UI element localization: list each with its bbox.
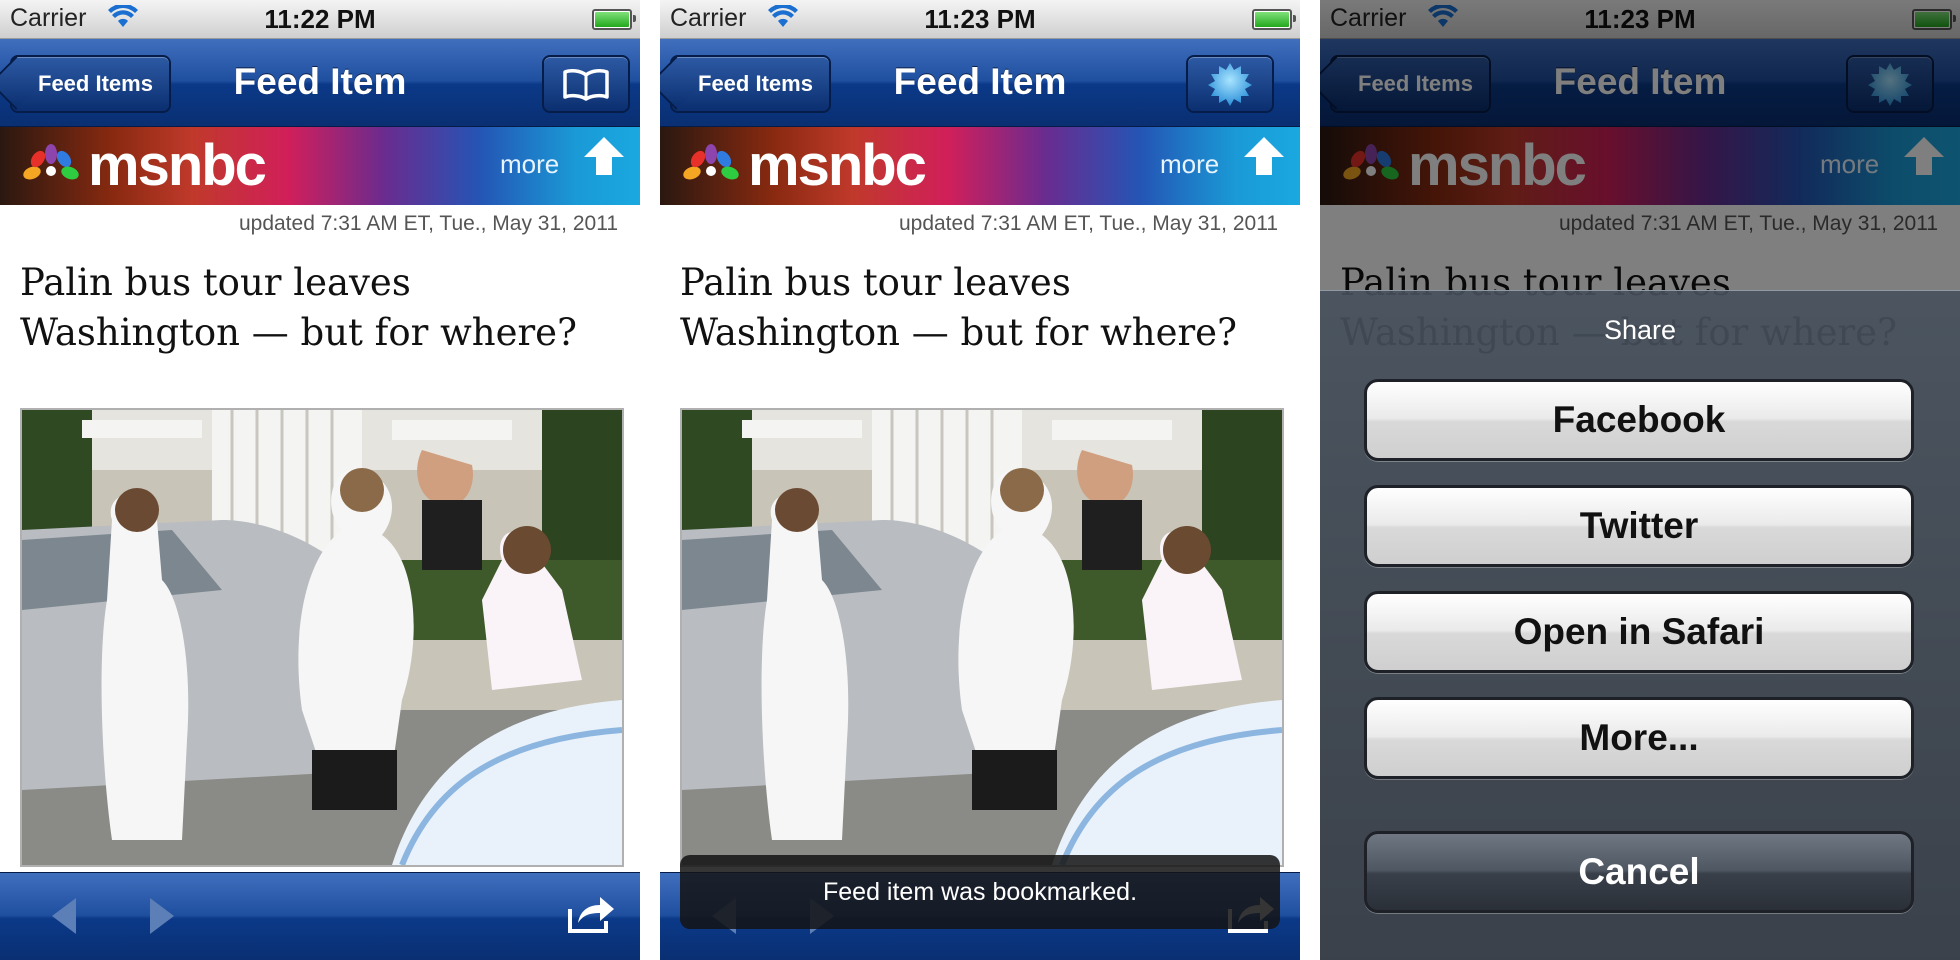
msnbc-banner[interactable]: msnbc more [0,127,640,205]
status-bar: Carrier 11:23 PM [660,0,1300,39]
peacock-logo-icon [683,144,739,180]
article-headline: Palin bus tour leaves Washington — but f… [680,261,1237,354]
back-button-label: Feed Items [698,71,813,96]
bottom-toolbar [0,872,640,960]
battery-icon [1252,9,1296,30]
bookmark-button[interactable] [542,55,630,113]
activity-spinner-icon [1208,63,1252,106]
battery-icon [592,9,636,30]
facebook-button[interactable]: Facebook [1364,379,1914,461]
more-button[interactable]: More... [1364,697,1914,779]
clock: 11:22 PM [264,4,376,34]
nav-title: Feed Item [233,61,407,102]
more-link[interactable]: more [500,149,559,180]
bookmark-toast: Feed item was bookmarked. [680,855,1280,929]
open-in-safari-button[interactable]: Open in Safari [1364,591,1914,673]
back-button-label: Feed Items [38,71,153,96]
back-button[interactable]: Feed Items [10,55,171,113]
arrow-up-icon [1244,137,1284,175]
brand-wordmark: msnbc [88,133,267,198]
photo-scene-icon [22,410,622,865]
arrow-up-icon [584,137,624,175]
arrow-left-icon[interactable] [48,895,80,937]
brand-wordmark: msnbc [748,133,927,198]
navigation-bar: Feed Items Feed Item [660,39,1300,127]
screen-share-sheet: Carrier 11:23 PM Feed Items Feed Item ms… [1320,0,1960,960]
bookmark-button[interactable] [1186,55,1274,113]
msnbc-banner[interactable]: msnbc more [660,127,1300,205]
twitter-button[interactable]: Twitter [1364,485,1914,567]
more-link[interactable]: more [1160,149,1219,180]
cancel-button[interactable]: Cancel [1364,831,1914,913]
peacock-logo-icon [23,144,79,180]
updated-timestamp: updated 7:31 AM ET, Tue., May 31, 2011 [898,212,1278,235]
photo-scene-icon [682,410,1282,865]
screen-feed-item: Carrier 11:22 PM Feed Items Feed Item ms… [0,0,640,960]
share-action-sheet: Share Facebook Twitter Open in Safari Mo… [1320,290,1960,960]
arrow-right-icon[interactable] [146,895,178,937]
screen-bookmarked: Carrier 11:23 PM Feed Items Feed Item ms… [660,0,1300,960]
bookmark-book-icon [563,69,609,101]
clock: 11:23 PM [924,4,1036,34]
share-sheet-title: Share [1603,315,1677,345]
status-bar: Carrier 11:22 PM [0,0,640,39]
article-photo[interactable] [680,408,1284,867]
article-photo[interactable] [20,408,624,867]
article-headline: Palin bus tour leaves Washington — but f… [20,261,577,354]
updated-timestamp: updated 7:31 AM ET, Tue., May 31, 2011 [238,212,618,235]
nav-title: Feed Item [893,61,1067,102]
navigation-bar: Feed Items Feed Item [0,39,640,127]
share-icon[interactable] [566,895,616,935]
back-button[interactable]: Feed Items [670,55,831,113]
